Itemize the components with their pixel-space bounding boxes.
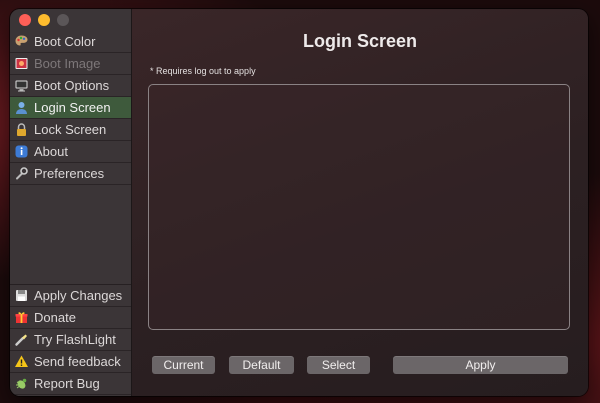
sidebar-item-boot-options[interactable]: Boot Options — [10, 75, 131, 97]
sidebar-item-donate[interactable]: Donate — [10, 307, 131, 329]
floppy-disk-icon — [14, 288, 29, 303]
select-button[interactable]: Select — [307, 356, 370, 374]
apply-button[interactable]: Apply — [393, 356, 568, 374]
sidebar-item-boot-color[interactable]: Boot Color — [10, 31, 131, 53]
window-controls — [19, 14, 69, 26]
sidebar-actions: Apply Changes Donate Try FlashLight Send… — [10, 284, 131, 395]
sidebar-item-label: About — [34, 144, 68, 159]
user-icon — [14, 100, 29, 115]
palette-icon — [14, 34, 29, 49]
sidebar-item-label: Try FlashLight — [34, 332, 116, 347]
main-panel: Login Screen * Requires log out to apply… — [132, 9, 588, 396]
sidebar-item-boot-image[interactable]: Boot Image — [10, 53, 131, 75]
sidebar-item-send-feedback[interactable]: Send feedback — [10, 351, 131, 373]
app-window: Boot Color Boot Image Boot Options Login… — [10, 9, 588, 396]
gift-icon — [14, 310, 29, 325]
sidebar-item-label: Boot Options — [34, 78, 110, 93]
flashlight-icon — [14, 332, 29, 347]
image-icon — [14, 56, 29, 71]
minimize-window-button[interactable] — [38, 14, 50, 26]
sidebar-item-apply-changes[interactable]: Apply Changes — [10, 285, 131, 307]
sidebar-item-label: Apply Changes — [34, 288, 123, 303]
current-button[interactable]: Current — [152, 356, 215, 374]
bug-icon — [14, 376, 29, 391]
logout-note: * Requires log out to apply — [150, 66, 256, 76]
page-title: Login Screen — [302, 31, 418, 51]
image-drop-area[interactable] — [148, 84, 570, 330]
sidebar-item-label: Send feedback — [34, 354, 121, 369]
warning-icon — [14, 354, 29, 369]
sidebar-item-label: Login Screen — [34, 100, 111, 115]
sidebar-item-preferences[interactable]: Preferences — [10, 163, 131, 185]
lock-icon — [14, 122, 29, 137]
sidebar: Boot Color Boot Image Boot Options Login… — [10, 9, 132, 396]
sidebar-nav: Boot Color Boot Image Boot Options Login… — [10, 31, 131, 185]
sidebar-item-label: Boot Image — [34, 56, 101, 71]
sidebar-item-label: Preferences — [34, 166, 105, 181]
sidebar-item-report-bug[interactable]: Report Bug — [10, 373, 131, 395]
monitor-icon — [14, 78, 29, 93]
sidebar-item-label: Boot Color — [34, 34, 96, 49]
sidebar-item-label: Donate — [34, 310, 76, 325]
close-window-button[interactable] — [19, 14, 31, 26]
sidebar-item-lock-screen[interactable]: Lock Screen — [10, 119, 131, 141]
sidebar-item-label: Report Bug — [34, 376, 100, 391]
sidebar-item-about[interactable]: About — [10, 141, 131, 163]
gear-icon — [14, 166, 29, 181]
sidebar-item-try-flashlight[interactable]: Try FlashLight — [10, 329, 131, 351]
sidebar-item-label: Lock Screen — [34, 122, 107, 137]
zoom-window-button[interactable] — [57, 14, 69, 26]
default-button[interactable]: Default — [229, 356, 294, 374]
sidebar-item-login-screen[interactable]: Login Screen — [10, 97, 131, 119]
info-icon — [14, 144, 29, 159]
